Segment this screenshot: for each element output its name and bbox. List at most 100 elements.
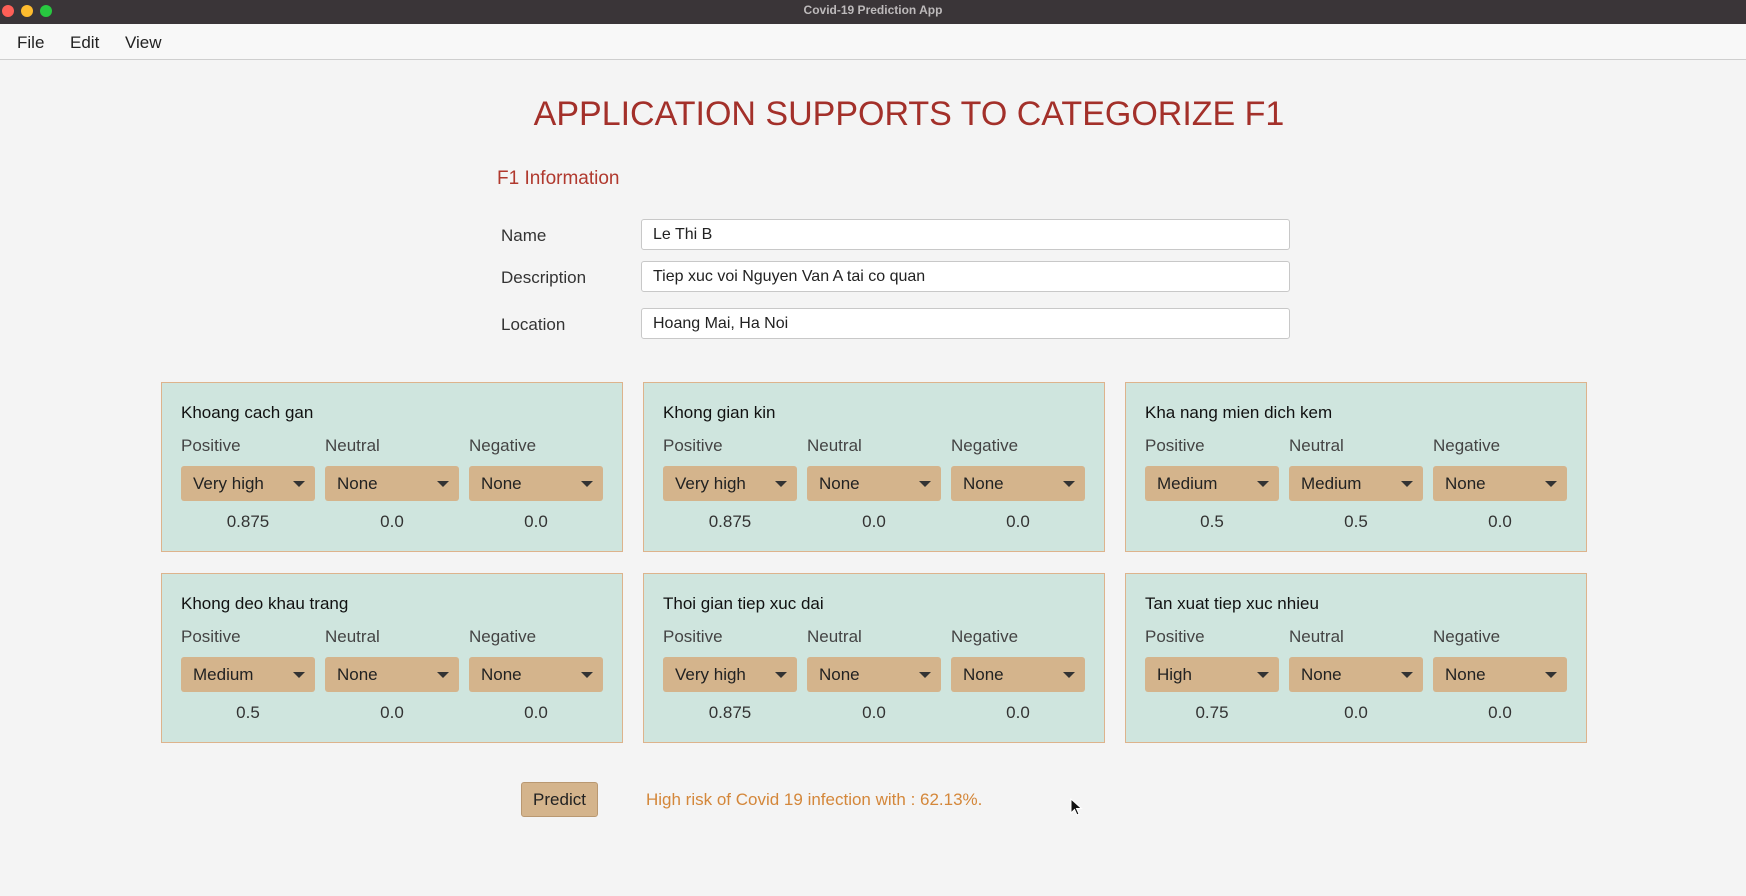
select-value: Medium <box>1157 474 1218 493</box>
positive-level-select[interactable]: Very high <box>663 466 797 501</box>
negative-score: 0.0 <box>524 512 548 531</box>
negative-level-select[interactable]: None <box>469 657 603 692</box>
select-value: High <box>1157 665 1192 684</box>
chevron-down-icon <box>437 481 449 487</box>
factor-panel-tan-xuat-tiep-xuc-nhieu: Tan xuat tiep xuc nhieu Positive High 0.75 N… <box>1125 573 1587 743</box>
positive-level-select[interactable]: Very high <box>181 466 315 501</box>
neutral-level-select[interactable]: None <box>325 466 459 501</box>
select-value: None <box>1445 665 1486 684</box>
factor-panel-khong-gian-kin: Khong gian kin Positive Very high 0.875 Neut… <box>643 382 1105 552</box>
factor-panel-title: Kha nang mien dich kem <box>1145 403 1333 422</box>
negative-level-select[interactable]: None <box>951 466 1085 501</box>
negative-column-header: Negative <box>951 627 1019 646</box>
chevron-down-icon <box>1401 672 1413 678</box>
select-value: None <box>963 665 1004 684</box>
positive-score: 0.5 <box>1200 512 1224 531</box>
description-input[interactable] <box>641 261 1290 292</box>
negative-score: 0.0 <box>1006 703 1030 722</box>
chevron-down-icon <box>293 481 305 487</box>
location-input[interactable] <box>641 308 1290 339</box>
select-value: None <box>337 665 378 684</box>
positive-level-select[interactable]: High <box>1145 657 1279 692</box>
select-value: None <box>1301 665 1342 684</box>
select-value: None <box>1445 474 1486 493</box>
negative-column-header: Negative <box>951 436 1019 455</box>
chevron-down-icon <box>581 481 593 487</box>
select-value: None <box>819 665 860 684</box>
window-titlebar: Covid-19 Prediction App <box>0 0 1746 24</box>
positive-level-select[interactable]: Medium <box>181 657 315 692</box>
menu-view[interactable]: View <box>125 33 162 53</box>
positive-score: 0.875 <box>708 512 752 531</box>
location-label: Location <box>501 315 566 334</box>
menu-file[interactable]: File <box>17 33 44 53</box>
neutral-column-header: Neutral <box>1289 627 1344 646</box>
negative-column-header: Negative <box>469 627 537 646</box>
chevron-down-icon <box>581 672 593 678</box>
positive-score: 0.875 <box>708 703 752 722</box>
positive-column-header: Positive <box>663 436 723 455</box>
prediction-result: High risk of Covid 19 infection with : 6… <box>646 790 983 809</box>
factor-panel-khong-deo-khau-trang: Khong deo khau trang Positive Medium 0.5 Neu… <box>161 573 623 743</box>
menu-edit[interactable]: Edit <box>70 33 99 53</box>
chevron-down-icon <box>919 672 931 678</box>
mouse-cursor-icon <box>1070 798 1083 816</box>
positive-column-header: Positive <box>1145 627 1205 646</box>
app-title: APPLICATION SUPPORTS TO CATEGORIZE F1 <box>533 95 1285 133</box>
menu-bar: File Edit View <box>0 24 1746 60</box>
chevron-down-icon <box>1257 481 1269 487</box>
negative-level-select[interactable]: None <box>951 657 1085 692</box>
description-label: Description <box>501 268 587 287</box>
neutral-score: 0.0 <box>380 703 404 722</box>
positive-column-header: Positive <box>1145 436 1205 455</box>
factor-panel-thoi-gian-tiep-xuc-dai: Thoi gian tiep xuc dai Positive Very high 0… <box>643 573 1105 743</box>
select-value: None <box>963 474 1004 493</box>
chevron-down-icon <box>437 672 449 678</box>
positive-level-select[interactable]: Medium <box>1145 466 1279 501</box>
neutral-column-header: Neutral <box>325 627 380 646</box>
negative-level-select[interactable]: None <box>469 466 603 501</box>
select-value: Very high <box>675 665 746 684</box>
factor-panel-title: Tan xuat tiep xuc nhieu <box>1145 594 1319 613</box>
factor-panel-title: Khong gian kin <box>663 403 776 422</box>
predict-button[interactable]: Predict <box>521 782 598 817</box>
chevron-down-icon <box>293 672 305 678</box>
factor-panel-title: Thoi gian tiep xuc dai <box>663 594 824 613</box>
neutral-score: 0.0 <box>862 703 886 722</box>
chevron-down-icon <box>1257 672 1269 678</box>
select-value: None <box>481 474 522 493</box>
positive-score: 0.5 <box>236 703 260 722</box>
neutral-score: 0.5 <box>1344 512 1368 531</box>
name-label: Name <box>501 226 547 245</box>
positive-level-select[interactable]: Very high <box>663 657 797 692</box>
neutral-score: 0.0 <box>380 512 404 531</box>
select-value: None <box>337 474 378 493</box>
neutral-level-select[interactable]: None <box>325 657 459 692</box>
chevron-down-icon <box>1545 481 1557 487</box>
neutral-level-select[interactable]: None <box>807 466 941 501</box>
negative-score: 0.0 <box>1488 512 1512 531</box>
negative-level-select[interactable]: None <box>1433 657 1567 692</box>
positive-column-header: Positive <box>663 627 723 646</box>
factor-panel-khoang-cach-gan: Khoang cach gan Positive Very high 0.875 Neu… <box>161 382 623 552</box>
neutral-level-select[interactable]: Medium <box>1289 466 1423 501</box>
positive-score: 0.75 <box>1195 703 1229 722</box>
name-input[interactable] <box>641 219 1290 250</box>
neutral-score: 0.0 <box>862 512 886 531</box>
neutral-level-select[interactable]: None <box>1289 657 1423 692</box>
negative-level-select[interactable]: None <box>1433 466 1567 501</box>
neutral-level-select[interactable]: None <box>807 657 941 692</box>
negative-score: 0.0 <box>524 703 548 722</box>
positive-score: 0.875 <box>226 512 270 531</box>
select-value: Medium <box>1301 474 1362 493</box>
neutral-column-header: Neutral <box>807 436 862 455</box>
neutral-score: 0.0 <box>1344 703 1368 722</box>
chevron-down-icon <box>919 481 931 487</box>
neutral-column-header: Neutral <box>325 436 380 455</box>
factor-panel-kha-nang-mien-dich-kem: Kha nang mien dich kem Positive Medium 0.5 N… <box>1125 382 1587 552</box>
chevron-down-icon <box>1401 481 1413 487</box>
chevron-down-icon <box>1545 672 1557 678</box>
section-title: F1 Information <box>497 168 620 189</box>
select-value: Very high <box>193 474 264 493</box>
positive-column-header: Positive <box>181 436 241 455</box>
